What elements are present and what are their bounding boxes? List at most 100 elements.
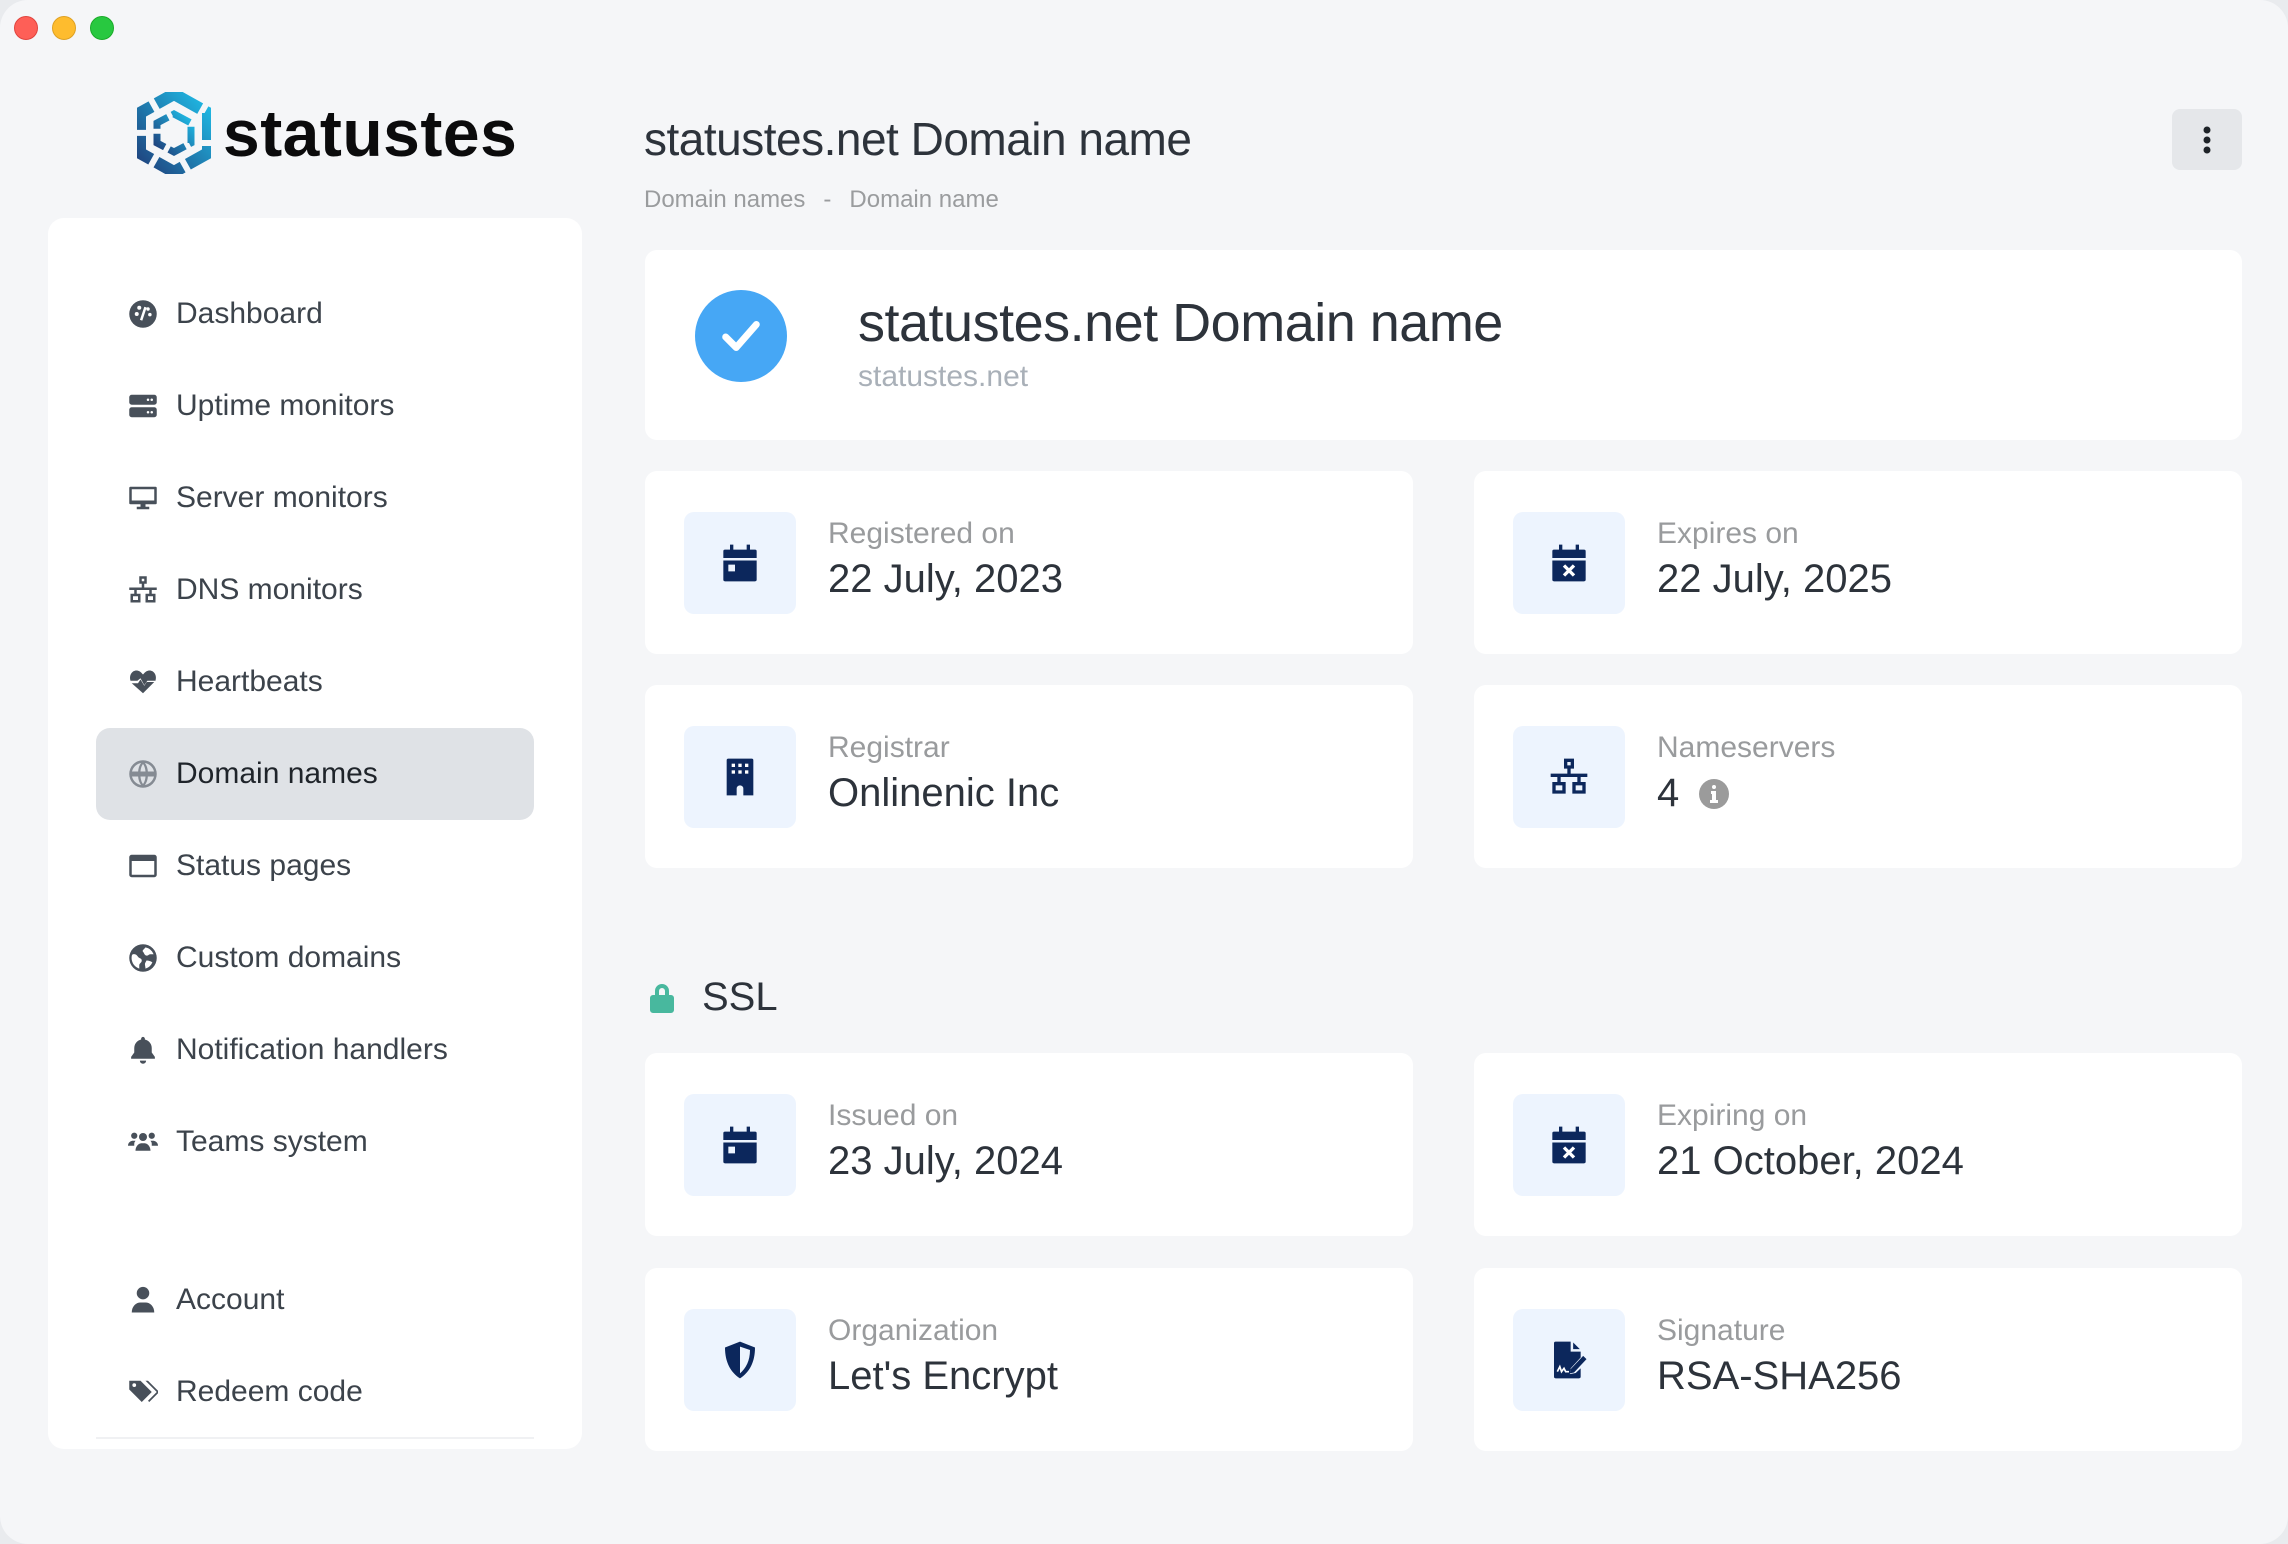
ssl-signature: RSA-SHA256 [1657,1354,1902,1398]
nameserver-count: 4 [1657,771,1680,815]
sidebar-item-account[interactable]: Account [96,1254,534,1346]
ssl-signature-card: Signature RSA-SHA256 [1474,1268,2242,1451]
user-icon [128,1285,158,1315]
calendar-x-icon [1513,512,1625,614]
building-icon [684,726,796,828]
ssl-issued-on-card: Issued on 23 July, 2024 [645,1053,1413,1236]
info-label: Expires on [1657,517,1799,550]
sidebar-item-label: DNS monitors [176,573,363,606]
app-window: statustes Dashboard Uptime monitors Serv… [0,0,2288,1544]
sidebar-item-label: Heartbeats [176,665,323,698]
sidebar-item-server-monitors[interactable]: Server monitors [96,452,534,544]
sidebar-item-label: Dashboard [176,297,323,330]
server-icon [128,391,158,421]
sidebar-item-dashboard[interactable]: Dashboard [96,268,534,360]
info-value: RSA-SHA256 [1657,1354,1902,1399]
registrar-name: Onlinenic Inc [828,771,1060,815]
info-label: Registered on [828,517,1015,550]
ssl-organization-card: Organization Let's Encrypt [645,1268,1413,1451]
registrar-card: Registrar Onlinenic Inc [645,685,1413,868]
sidebar-item-teams-system[interactable]: Teams system [96,1096,534,1188]
sidebar-item-notification-handlers[interactable]: Notification handlers [96,1004,534,1096]
globe-icon [128,759,158,789]
info-value: 22 July, 2025 [1657,557,1892,602]
network-icon [1513,726,1625,828]
info-icon[interactable] [1699,778,1730,809]
sidebar: Dashboard Uptime monitors Server monitor… [48,218,582,1449]
info-value: 21 October, 2024 [1657,1139,1964,1184]
domain-subtitle: statustes.net [858,360,1029,393]
ssl-organization: Let's Encrypt [828,1354,1058,1398]
info-value: Onlinenic Inc [828,771,1059,816]
sidebar-item-heartbeats[interactable]: Heartbeats [96,636,534,728]
page-title: statustes.net Domain name [644,113,1192,165]
nameservers-card: Nameservers 4 [1474,685,2242,868]
sidebar-item-label: Domain names [176,757,378,790]
sidebar-item-custom-domains[interactable]: Custom domains [96,912,534,1004]
ssl-expiring-on-card: Expiring on 21 October, 2024 [1474,1053,2242,1236]
ellipsis-vertical-icon [2203,126,2211,153]
earth-icon [128,943,158,973]
sidebar-item-label: Redeem code [176,1375,363,1408]
info-value: Let's Encrypt [828,1354,1058,1399]
sidebar-item-dns-monitors[interactable]: DNS monitors [96,544,534,636]
shield-icon [684,1309,796,1411]
file-signature-icon [1513,1309,1625,1411]
sidebar-item-status-pages[interactable]: Status pages [96,820,534,912]
brand-name: statustes [223,96,518,170]
ssl-issued-date: 23 July, 2024 [828,1139,1063,1183]
info-label: Organization [828,1314,999,1347]
logo-hexagon-icon [137,92,211,174]
breadcrumb-current: Domain name [849,186,999,213]
expiry-date: 22 July, 2025 [1657,557,1892,601]
breadcrumb-link-domain-names[interactable]: Domain names [644,186,805,214]
close-window-button[interactable] [14,16,38,40]
info-value: 22 July, 2023 [828,557,1063,602]
expires-on-card: Expires on 22 July, 2025 [1474,471,2242,654]
sidebar-item-uptime-monitors[interactable]: Uptime monitors [96,360,534,452]
domain-title: statustes.net Domain name [858,293,1503,353]
calendar-x-icon [1513,1094,1625,1196]
info-label: Signature [1657,1314,1786,1347]
sidebar-item-label: Account [176,1283,285,1316]
sidebar-item-label: Notification handlers [176,1033,448,1066]
sidebar-item-redeem-code[interactable]: Redeem code [96,1346,534,1438]
bell-icon [128,1035,158,1065]
sidebar-item-label: Status pages [176,849,352,882]
registered-date: 22 July, 2023 [828,557,1063,601]
calendar-icon [684,512,796,614]
domain-summary-card: statustes.net Domain name statustes.net [645,250,2242,440]
more-options-button[interactable] [2172,109,2242,170]
desktop-icon [128,483,158,513]
users-icon [128,1127,158,1157]
sidebar-item-label: Teams system [176,1125,368,1158]
breadcrumb: Domain names - Domain name [644,186,999,214]
calendar-icon [684,1094,796,1196]
brand-logo[interactable]: statustes [137,92,517,174]
ssl-section-heading: SSL [648,975,778,1020]
info-label: Registrar [828,731,950,764]
sidebar-item-label: Custom domains [176,941,402,974]
sidebar-item-label: Uptime monitors [176,389,395,422]
info-value: 4 [1657,771,1730,816]
ssl-title: SSL [702,975,778,1019]
info-label: Nameservers [1657,731,1836,764]
sidebar-item-label: Server monitors [176,481,388,514]
network-icon [128,575,158,605]
dashboard-gauge-icon [128,299,158,329]
info-value: 23 July, 2024 [828,1139,1063,1184]
lock-icon [650,983,674,1013]
registered-on-card: Registered on 22 July, 2023 [645,471,1413,654]
tags-icon [128,1377,158,1407]
info-label: Issued on [828,1099,959,1132]
check-circle-icon [695,290,787,382]
window-icon [128,851,158,881]
heart-pulse-icon [128,667,158,697]
sidebar-item-domain-names[interactable]: Domain names [96,728,534,820]
info-label: Expiring on [1657,1099,1808,1132]
minimize-window-button[interactable] [52,16,76,40]
ssl-expiry-date: 21 October, 2024 [1657,1139,1964,1183]
window-controls [14,16,114,40]
maximize-window-button[interactable] [90,16,114,40]
breadcrumb-separator: - [823,186,832,213]
